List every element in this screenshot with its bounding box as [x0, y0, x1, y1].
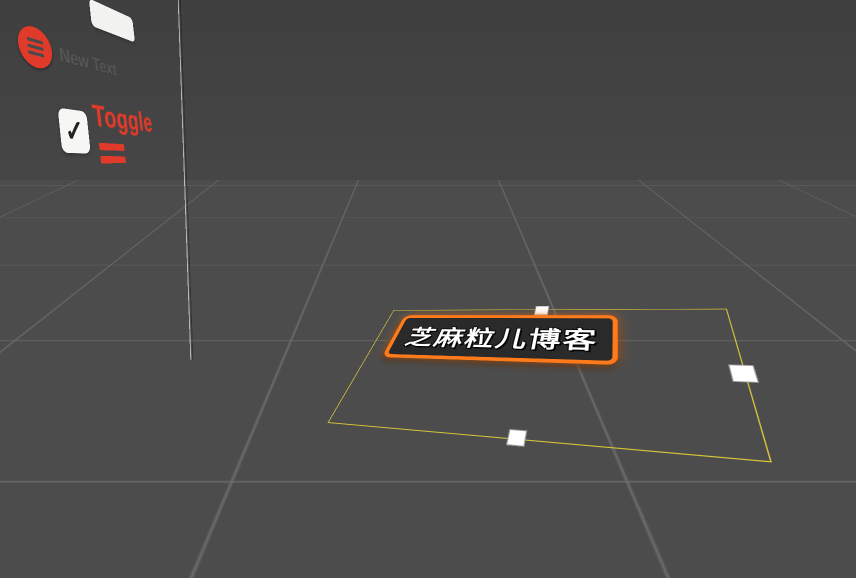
hamburger-bars: [27, 37, 45, 58]
text-content: 芝麻粒儿博客: [401, 326, 599, 354]
toggle-checkbox[interactable]: ✓: [58, 108, 91, 154]
check-icon: ✓: [63, 112, 86, 149]
resize-handle-bottom[interactable]: [506, 429, 527, 447]
resize-handle-right[interactable]: [728, 364, 759, 383]
row-toggle: ✓ Toggle: [56, 92, 173, 170]
text-box[interactable]: 芝麻粒儿博客: [382, 315, 618, 365]
site-logo: 开发者 DevZe.CoM: [699, 502, 852, 558]
bottom-bar: [0, 554, 856, 578]
toggle-label: Toggle: [91, 98, 174, 169]
new-text-label: New Text: [58, 42, 118, 80]
row-new-text: New Text: [16, 21, 118, 87]
toggle-label-text: Toggle: [91, 98, 154, 137]
logo-line1: 开发者: [699, 502, 852, 530]
chinese-two-icon: [99, 143, 126, 164]
resize-handle-top[interactable]: [534, 306, 550, 315]
menu-icon[interactable]: [16, 21, 54, 72]
scene-3d-viewport[interactable]: New Text ✓ Toggle 芝麻粒儿博客 @ 开发者: [0, 0, 856, 578]
